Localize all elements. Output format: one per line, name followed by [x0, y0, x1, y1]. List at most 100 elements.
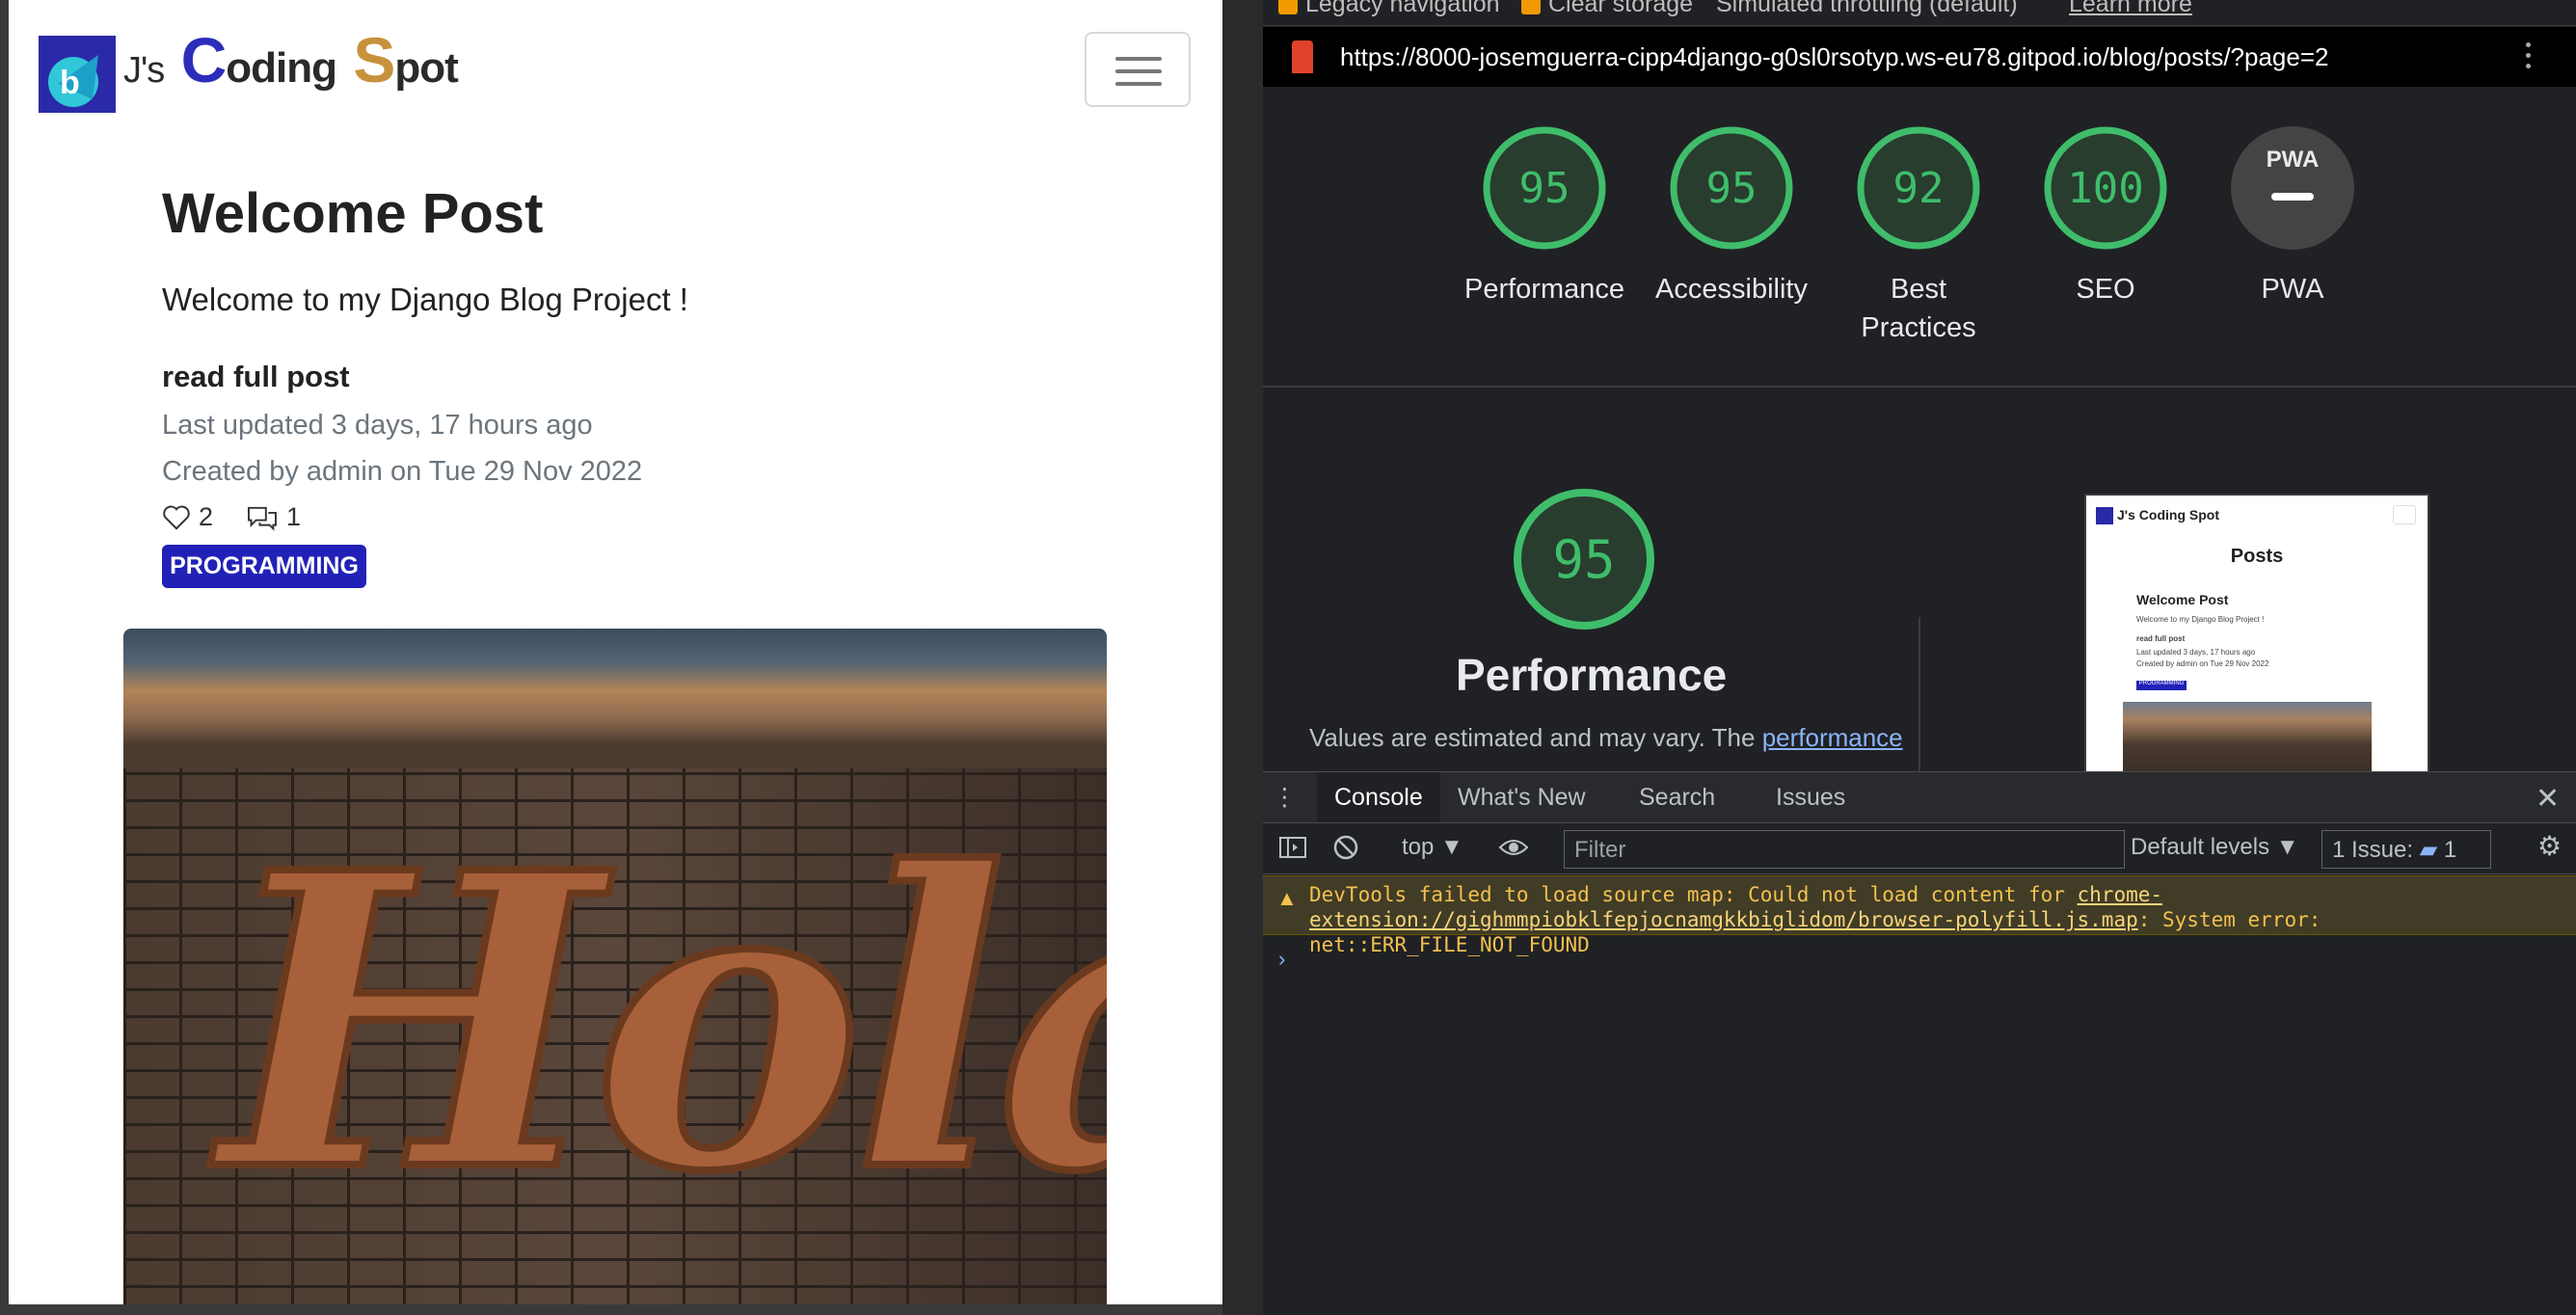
performance-description: Values are estimated and may vary. The p…	[1309, 723, 1903, 753]
performance-title: Performance	[1456, 650, 1728, 700]
checkbox-icon	[1521, 0, 1541, 15]
gauge-label: Best Practices	[1861, 274, 1976, 343]
site-brand[interactable]: J's Coding Spot	[123, 23, 459, 96]
tab-search[interactable]: Search	[1622, 772, 1732, 822]
brand-c: C	[180, 24, 228, 95]
close-drawer-icon[interactable]: ✕	[2536, 782, 2560, 816]
gauge-seo[interactable]: 100	[2043, 125, 2168, 251]
gauge-label: Performance	[1463, 274, 1624, 305]
site-logo[interactable]: b	[39, 36, 116, 113]
logo-icon: b	[39, 36, 116, 113]
heart-icon[interactable]	[162, 504, 191, 531]
clear-console-icon[interactable]	[1332, 834, 1359, 868]
message-icon: ▰	[2419, 837, 2438, 863]
issues-label: 1 Issue:	[2332, 837, 2414, 863]
comments-count: 1	[286, 502, 302, 531]
performance-link[interactable]: performance	[1762, 723, 1903, 752]
context-selector[interactable]: top ▼	[1402, 834, 1463, 861]
tab-console[interactable]: Console	[1317, 772, 1440, 822]
thumb-heading: Posts	[2230, 546, 2284, 567]
console-prompt-icon[interactable]: ›	[1278, 947, 1285, 972]
hola-sign: Hola	[216, 786, 1107, 1261]
navbar-toggle-button[interactable]	[1085, 32, 1191, 107]
gauge-best-practices[interactable]: 92	[1856, 125, 1981, 251]
thumb-menu-icon	[2393, 505, 2416, 524]
page-preview: b J's Coding Spot Welcome Post Welcome t…	[0, 0, 1222, 1315]
svg-text:b: b	[60, 65, 80, 101]
warning-message: DevTools failed to load source map: Coul…	[1309, 882, 2563, 957]
legacy-navigation-option[interactable]: Legacy navigation	[1278, 0, 1500, 18]
checkbox-icon	[1278, 0, 1298, 15]
gauge-pwa[interactable]: PWA	[2230, 125, 2355, 251]
drawer-tabbar: ⋮ Console What's New Search Issues ✕	[1263, 771, 2576, 823]
sidebar-toggle-icon[interactable]	[1278, 834, 1307, 868]
thumb-brand: J's Coding Spot	[2117, 507, 2219, 523]
log-levels-dropdown[interactable]: Default levels ▼	[2131, 834, 2299, 861]
issues-counter-button[interactable]: 1 Issue: ▰ 1	[2321, 830, 2491, 869]
brand-js: J's	[123, 50, 165, 91]
throttling-option: Simulated throttling (default)	[1716, 0, 2018, 17]
thumb-line: Last updated 3 days, 17 hours ago	[2136, 648, 2256, 657]
lighthouse-options: Legacy navigation Clear storage Simulate…	[1263, 0, 2576, 26]
report-url-bar: https://8000-josemguerra-cipp4django-g0s…	[1263, 27, 2576, 87]
brand-oding: oding	[226, 44, 337, 92]
warning-prefix: DevTools failed to load source map: Coul…	[1309, 883, 2078, 906]
gauge-label: PWA	[2261, 274, 2324, 305]
thumb-line: Welcome to my Django Blog Project !	[2136, 615, 2265, 624]
settings-gear-icon[interactable]: ⚙	[2537, 830, 2562, 862]
hamburger-icon	[1115, 57, 1162, 61]
learn-more-link[interactable]: Learn more	[2069, 0, 2192, 18]
post-title[interactable]: Welcome Post	[162, 181, 543, 246]
chevron-down-icon: ▼	[2275, 834, 2299, 860]
console-warning: ▲ DevTools failed to load source map: Co…	[1263, 875, 2576, 956]
eye-icon[interactable]	[1498, 834, 1529, 868]
thumb-post-title: Welcome Post	[2136, 592, 2229, 607]
tab-whats-new[interactable]: What's New	[1440, 772, 1603, 822]
pane-divider[interactable]	[1222, 0, 2470, 1315]
warning-icon: ▲	[1276, 886, 1298, 910]
filter-input[interactable]: Filter	[1564, 830, 2125, 869]
hamburger-line	[1115, 69, 1162, 73]
clear-storage-option[interactable]: Clear storage	[1521, 0, 1693, 18]
performance-gauge[interactable]: 95	[1512, 487, 1656, 631]
read-full-post-link[interactable]: read full post	[162, 360, 350, 394]
lighthouse-icon	[1292, 40, 1313, 73]
score-value: 100	[2067, 163, 2144, 213]
pwa-badge-text: PWA	[2266, 147, 2320, 173]
chevron-down-icon: ▼	[1440, 834, 1463, 860]
score-value: 95	[1518, 163, 1570, 213]
post-updated: Last updated 3 days, 17 hours ago	[162, 410, 593, 441]
performance-score: 95	[1552, 528, 1616, 590]
window-edge-bottom	[0, 1304, 1222, 1315]
likes-count: 2	[199, 502, 214, 531]
gauge-label: SEO	[2076, 274, 2135, 305]
drawer-menu-icon[interactable]: ⋮	[1263, 772, 1306, 822]
thumb-line: read full post	[2136, 634, 2186, 643]
category-badge[interactable]: PROGRAMMING	[162, 545, 366, 588]
gauge-label: Accessibility	[1655, 274, 1808, 305]
post-excerpt: Welcome to my Django Blog Project !	[162, 282, 688, 317]
window-edge	[0, 0, 9, 1315]
divider	[1263, 386, 2576, 388]
thumb-badge-text: PROGRAMMING	[2138, 681, 2185, 686]
comments-icon	[248, 506, 277, 531]
levels-label: Default levels	[2131, 834, 2270, 860]
report-url[interactable]: https://8000-josemguerra-cipp4django-g0s…	[1340, 42, 2329, 72]
vertical-divider	[1919, 617, 1920, 771]
more-options-icon[interactable]	[2526, 42, 2532, 71]
tab-issues[interactable]: Issues	[1758, 772, 1863, 822]
thumb-image	[2123, 702, 2372, 773]
score-value: 95	[1705, 163, 1758, 213]
thumb-line: Created by admin on Tue 29 Nov 2022	[2136, 659, 2269, 668]
gauge-accessibility[interactable]: 95	[1669, 125, 1794, 251]
console-toolbar: top ▼ Filter Default levels ▼ 1 Issue: ▰…	[1263, 824, 2576, 874]
post-image[interactable]: Hola	[123, 629, 1107, 1315]
post-stats: 2 1	[162, 502, 301, 532]
devtools-panel: Legacy navigation Clear storage Simulate…	[1263, 0, 2576, 1315]
hamburger-line	[1115, 82, 1162, 86]
brand-pot: pot	[394, 44, 458, 92]
thumb-logo	[2096, 507, 2113, 524]
page-screenshot-thumbnail[interactable]: J's Coding Spot Posts Welcome Post Welco…	[2084, 494, 2429, 775]
thumb-badge: PROGRAMMING	[2136, 681, 2187, 690]
gauge-performance[interactable]: 95	[1482, 125, 1607, 251]
